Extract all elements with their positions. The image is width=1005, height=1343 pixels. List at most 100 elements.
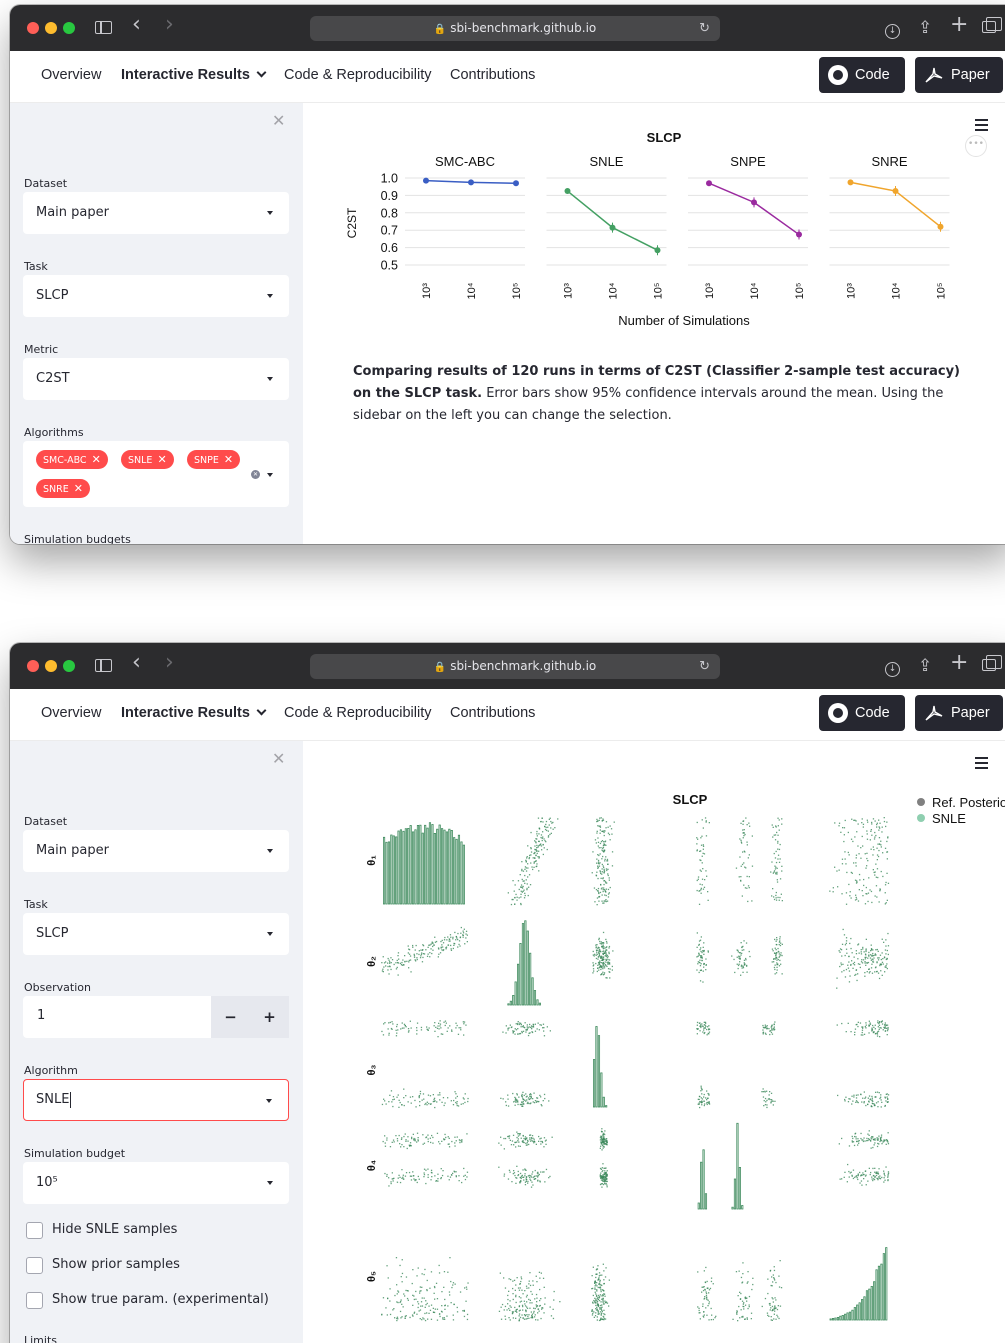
algorithm-tag-snle[interactable]: SNLE ✕: [121, 450, 174, 469]
back-arrow-icon[interactable]: ‹: [132, 13, 141, 37]
sample-point: [599, 942, 601, 945]
sample-point: [434, 1308, 436, 1310]
algorithm-select[interactable]: SNLE: [23, 1079, 289, 1121]
sample-point: [747, 1281, 749, 1283]
maximize-window-button[interactable]: [63, 660, 75, 672]
sample-point: [521, 1101, 523, 1103]
nav-overview[interactable]: Overview: [41, 67, 101, 83]
sample-point: [696, 837, 698, 839]
sample-point: [858, 1142, 860, 1144]
sample-point: [608, 947, 610, 949]
sample-point: [433, 1097, 436, 1099]
sample-point: [601, 894, 603, 896]
sample-point: [601, 959, 604, 961]
nav-overview[interactable]: Overview: [41, 705, 101, 721]
show-true-param-checkbox[interactable]: [26, 1292, 43, 1309]
paper-button[interactable]: Paper: [915, 57, 1003, 93]
sample-point: [772, 1298, 774, 1300]
maximize-window-button[interactable]: [63, 22, 75, 34]
close-sidebar-icon[interactable]: ✕: [272, 749, 285, 768]
sidebar-toggle-icon[interactable]: [95, 21, 112, 34]
nav-interactive-results[interactable]: Interactive Results: [121, 67, 267, 83]
downloads-icon[interactable]: ↓: [885, 654, 900, 678]
metric-select[interactable]: C2ST: [23, 358, 289, 400]
nav-contributions[interactable]: Contributions: [450, 705, 535, 721]
sample-point: [745, 959, 747, 961]
show-prior-checkbox[interactable]: [26, 1257, 43, 1274]
address-bar[interactable]: 🔒 sbi-benchmark.github.io ↻: [310, 654, 720, 679]
reload-icon[interactable]: ↻: [699, 654, 710, 679]
simulation-budget-select[interactable]: 10⁵: [23, 1162, 289, 1204]
code-button[interactable]: Code: [819, 695, 905, 731]
algorithms-multiselect[interactable]: SMC-ABC ✕ SNLE ✕ SNPE ✕ SNRE ✕ ✕: [23, 441, 289, 507]
remove-tag-icon[interactable]: ✕: [92, 453, 101, 466]
minimize-window-button[interactable]: [45, 22, 57, 34]
code-button[interactable]: Code: [819, 57, 905, 93]
close-window-button[interactable]: [27, 660, 39, 672]
nav-contributions[interactable]: Contributions: [450, 67, 535, 83]
sample-point: [777, 817, 779, 819]
address-bar[interactable]: 🔒 sbi-benchmark.github.io ↻: [310, 16, 720, 41]
nav-code-reproducibility[interactable]: Code & Reproducibility: [284, 67, 432, 83]
sample-point: [595, 1269, 598, 1271]
tab-overview-icon[interactable]: [982, 16, 1002, 40]
sample-point: [534, 849, 537, 851]
paper-button[interactable]: Paper: [915, 695, 1003, 731]
caret-down-icon[interactable]: [267, 473, 273, 477]
nav-interactive-results[interactable]: Interactive Results: [121, 705, 267, 721]
downloads-icon[interactable]: ↓: [885, 16, 900, 40]
algorithm-tag-smc-abc[interactable]: SMC-ABC ✕: [36, 450, 108, 469]
histogram-bar: [597, 1035, 601, 1108]
forward-arrow-icon[interactable]: ›: [165, 13, 174, 37]
hide-samples-checkbox[interactable]: [26, 1222, 43, 1239]
sample-point: [704, 817, 707, 819]
sample-point: [418, 950, 420, 952]
algorithm-tag-snpe[interactable]: SNPE ✕: [187, 450, 241, 469]
sample-point: [510, 1278, 512, 1281]
sample-point: [405, 1172, 408, 1174]
sample-point: [697, 1306, 699, 1308]
share-icon[interactable]: ⇪: [918, 16, 932, 40]
sample-point: [526, 1314, 528, 1316]
remove-tag-icon[interactable]: ✕: [224, 453, 233, 466]
sample-point: [401, 1027, 404, 1029]
new-tab-icon[interactable]: +: [950, 13, 968, 37]
share-icon[interactable]: ⇪: [918, 654, 932, 678]
hide-samples-label[interactable]: Hide SNLE samples: [52, 1222, 177, 1237]
reload-icon[interactable]: ↻: [699, 16, 710, 41]
histogram-bar: [392, 835, 395, 905]
dataset-select[interactable]: Main paper: [23, 830, 289, 872]
clear-all-icon[interactable]: ✕: [251, 470, 260, 479]
task-select[interactable]: SLCP: [23, 913, 289, 955]
observation-input[interactable]: 1 − +: [23, 996, 289, 1038]
sample-point: [518, 1289, 521, 1291]
sample-point: [705, 820, 707, 822]
sample-point: [856, 831, 858, 833]
histogram-bar: [848, 1311, 852, 1321]
increment-button[interactable]: +: [250, 996, 289, 1038]
pairplot-cell: [838, 1130, 890, 1186]
remove-tag-icon[interactable]: ✕: [74, 482, 83, 495]
sample-point: [740, 954, 742, 956]
sample-point: [419, 1292, 421, 1294]
close-window-button[interactable]: [27, 22, 39, 34]
algorithm-tag-snre[interactable]: SNRE ✕: [36, 479, 90, 498]
sample-point: [395, 1135, 397, 1137]
nav-code-reproducibility[interactable]: Code & Reproducibility: [284, 705, 432, 721]
sample-point: [885, 1166, 887, 1168]
forward-arrow-icon[interactable]: ›: [165, 651, 174, 675]
new-tab-icon[interactable]: +: [950, 651, 968, 675]
show-true-param-label[interactable]: Show true param. (experimental): [52, 1292, 269, 1307]
task-select[interactable]: SLCP: [23, 275, 289, 317]
dataset-select[interactable]: Main paper: [23, 192, 289, 234]
sample-point: [703, 1104, 705, 1107]
sidebar-toggle-icon[interactable]: [95, 659, 112, 672]
back-arrow-icon[interactable]: ‹: [132, 651, 141, 675]
decrement-button[interactable]: −: [211, 996, 250, 1038]
minimize-window-button[interactable]: [45, 660, 57, 672]
tab-overview-icon[interactable]: [982, 654, 1002, 678]
close-sidebar-icon[interactable]: ✕: [272, 111, 285, 130]
remove-tag-icon[interactable]: ✕: [157, 453, 166, 466]
show-prior-label[interactable]: Show prior samples: [52, 1257, 180, 1272]
sample-point: [867, 821, 869, 823]
